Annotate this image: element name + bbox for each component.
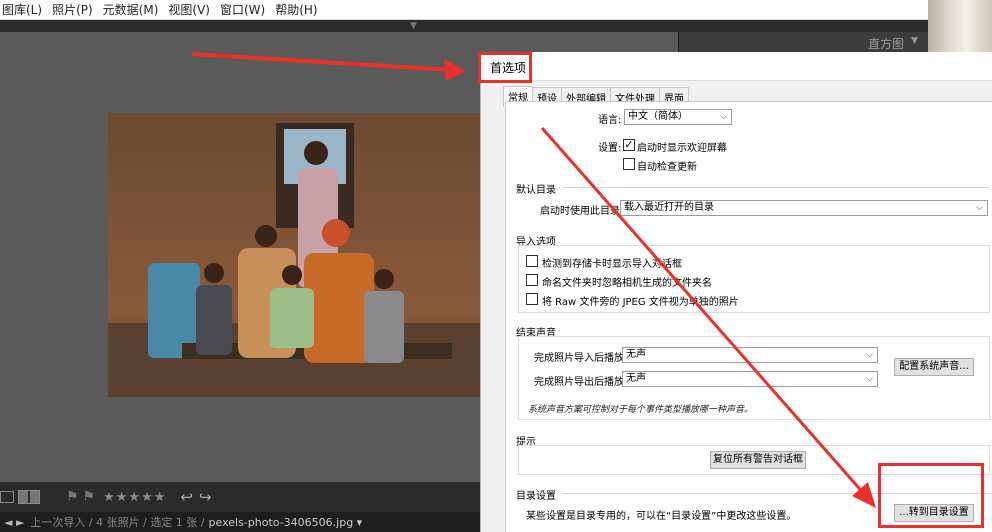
export-sound-label: 完成照片导出后播放: xyxy=(534,377,628,388)
export-sound-value: 无声 xyxy=(626,373,646,384)
histogram-collapse-icon[interactable]: ▼ xyxy=(911,36,918,46)
auto-update-checkbox[interactable] xyxy=(623,158,635,170)
startup-catalog-value: 载入最近打开的目录 xyxy=(624,202,714,213)
menu-metadata[interactable]: 元数据(M) xyxy=(103,1,159,18)
auto-update-label: 自动检查更新 xyxy=(637,162,697,173)
flag-icons[interactable]: ⚑⚑ xyxy=(66,489,99,505)
rotate-right-icon[interactable]: ↪ xyxy=(199,488,212,506)
collapse-top-panel-icon[interactable]: ▼ xyxy=(410,21,417,31)
separate-jpeg-checkbox[interactable] xyxy=(526,293,538,305)
ignore-folder-names-checkbox[interactable] xyxy=(526,274,538,286)
catalog-settings-text: 某些设置是目录专用的，可以在“目录设置”中更改这些设置。 xyxy=(526,511,797,522)
sound-scheme-note: 系统声音方案可控制对于每个事件类型播放哪一种声音。 xyxy=(528,405,754,415)
show-import-dialog-label: 检测到存储卡时显示导入对话框 xyxy=(542,259,682,270)
source-info[interactable]: 上一次导入 / 4 张照片 / 选定 1 张 / xyxy=(30,514,204,530)
startup-catalog-select[interactable]: 载入最近打开的目录 ⌵ xyxy=(620,200,988,216)
chevron-down-icon: ⌵ xyxy=(976,203,983,213)
settings-label: 设置: xyxy=(598,143,622,154)
catalog-settings-header: 目录设置 xyxy=(516,491,556,502)
startup-catalog-label: 启动时使用此目录: xyxy=(540,206,624,217)
language-select[interactable]: 中文（简体） ⌵ xyxy=(624,109,732,125)
background-photo-corner xyxy=(928,0,992,60)
export-sound-select[interactable]: 无声 ⌵ xyxy=(622,371,878,387)
ignore-folder-names-label: 命名文件夹时忽略相机生成的文件夹名 xyxy=(542,278,712,289)
histogram-panel-header[interactable]: 直方图 ▼ xyxy=(678,32,928,52)
welcome-screen-checkbox[interactable]: ✓ xyxy=(623,139,635,151)
menu-window[interactable]: 窗口(W) xyxy=(220,1,265,18)
chevron-down-icon: ⌵ xyxy=(866,374,873,384)
compare-view-icon[interactable] xyxy=(18,490,40,504)
language-label: 语言: xyxy=(598,115,622,126)
show-import-dialog-checkbox[interactable] xyxy=(526,255,538,267)
menu-bar: 图库(L) 照片(P) 元数据(M) 视图(V) 窗口(W) 帮助(H) xyxy=(0,0,928,20)
rating-stars[interactable]: ★★★★★ xyxy=(103,490,166,505)
annotation-box-catalog-button xyxy=(878,463,984,528)
section-divider xyxy=(562,187,990,188)
import-sound-value: 无声 xyxy=(626,349,646,360)
filename-label[interactable]: pexels-photo-3406506.jpg ▾ xyxy=(209,516,363,529)
separate-jpeg-label: 将 Raw 文件旁的 JPEG 文件视为单独的照片 xyxy=(542,297,739,308)
welcome-screen-label: 启动时显示欢迎屏幕 xyxy=(637,143,727,154)
filmstrip-status-bar: ◄ ► 上一次导入 / 4 张照片 / 选定 1 张 / pexels-phot… xyxy=(0,512,500,532)
menu-view[interactable]: 视图(V) xyxy=(168,1,210,18)
language-value: 中文（简体） xyxy=(628,111,688,122)
library-toolbar: ⚑⚑ ★★★★★ ↩ ↪ xyxy=(0,482,500,512)
menu-help[interactable]: 帮助(H) xyxy=(275,1,317,18)
chevron-down-icon: ⌵ xyxy=(866,350,873,360)
menu-photo[interactable]: 照片(P) xyxy=(52,1,93,18)
rotate-left-icon[interactable]: ↩ xyxy=(180,488,193,506)
annotation-box-title xyxy=(478,52,532,83)
menu-library[interactable]: 图库(L) xyxy=(2,1,42,18)
grid-view-icon[interactable] xyxy=(0,491,14,503)
family-photo[interactable] xyxy=(108,113,488,397)
preferences-dialog: 首选项 常规 预设 外部编辑 文件处理 界面 语言: 中文（简体） ⌵ 设置: … xyxy=(480,52,992,532)
histogram-label: 直方图 xyxy=(867,37,904,51)
module-header-strip: ▼ xyxy=(0,20,928,32)
chevron-down-icon: ⌵ xyxy=(720,112,727,122)
default-catalog-header: 默认目录 xyxy=(516,185,556,196)
family-photo-image xyxy=(108,113,488,397)
import-sound-select[interactable]: 无声 ⌵ xyxy=(622,347,878,363)
import-sound-label: 完成照片导入后播放: xyxy=(534,353,628,364)
configure-system-sounds-button[interactable]: 配置系统声音... xyxy=(894,358,974,376)
reset-warnings-button[interactable]: 复位所有警告对话框 xyxy=(710,451,806,469)
nav-arrows-icon[interactable]: ◄ ► xyxy=(4,516,24,529)
